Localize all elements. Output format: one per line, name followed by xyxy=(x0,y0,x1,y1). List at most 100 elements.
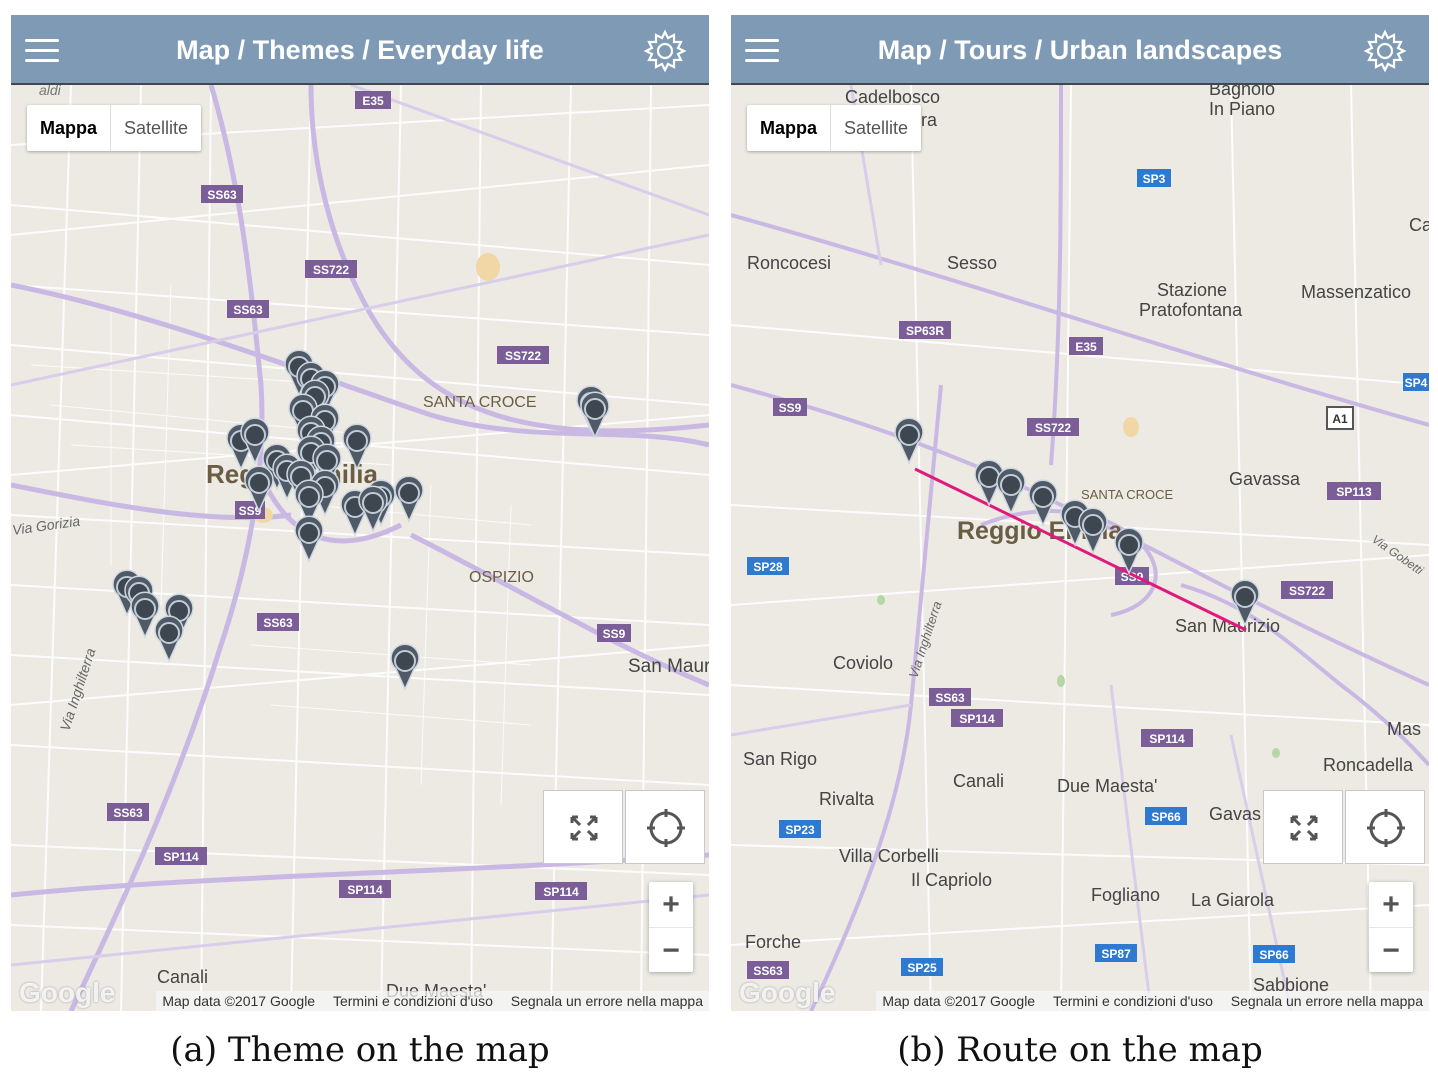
report-error-link[interactable]: Segnala un errore nella mappa xyxy=(1231,993,1423,1009)
road-badge: SS722 xyxy=(497,346,549,364)
road-badge: SP66 xyxy=(1145,807,1187,825)
road-badge: SP66 xyxy=(1253,945,1295,963)
svg-text:SP113: SP113 xyxy=(1336,485,1372,499)
map-attribution: Map data ©2017 Google Termini e condizio… xyxy=(876,991,1429,1011)
town-label: Stazione xyxy=(1157,280,1227,300)
map-data-text: Map data ©2017 Google xyxy=(162,993,316,1009)
svg-text:SS722: SS722 xyxy=(505,349,541,363)
svg-text:E35: E35 xyxy=(362,94,384,108)
town-label: Roncocesi xyxy=(747,253,831,273)
my-location-icon xyxy=(1367,809,1405,847)
town-label: Canali xyxy=(953,771,1004,791)
fullscreen-icon xyxy=(1290,815,1318,841)
my-location-button[interactable] xyxy=(625,790,705,864)
road-badge: SS63 xyxy=(227,300,269,318)
svg-text:SP114: SP114 xyxy=(163,850,199,864)
svg-text:SP63R: SP63R xyxy=(906,324,944,338)
map-view[interactable]: Cadelbosco ora Bagnolo In Piano Roncoces… xyxy=(731,85,1429,1011)
app-header: Map / Themes / Everyday life xyxy=(11,15,709,85)
svg-text:A1: A1 xyxy=(1332,412,1348,426)
town-label: San Maurizio xyxy=(1175,616,1280,636)
page-title: Map / Themes / Everyday life xyxy=(176,35,544,65)
svg-text:SP114: SP114 xyxy=(959,712,995,726)
town-label: Pratofontana xyxy=(1139,300,1243,320)
road-badge: SP28 xyxy=(747,557,789,575)
town-label: Due Maesta' xyxy=(1057,776,1158,796)
svg-text:SS9: SS9 xyxy=(603,627,626,641)
terms-link[interactable]: Termini e condizioni d'uso xyxy=(1053,993,1213,1009)
road-badge: SP25 xyxy=(901,958,943,976)
zoom-in-button[interactable]: + xyxy=(1369,882,1413,928)
fullscreen-button[interactable] xyxy=(543,790,623,864)
svg-text:SS63: SS63 xyxy=(233,303,263,317)
town-label: San Rigo xyxy=(743,749,817,769)
town-label: San Maur xyxy=(628,656,709,677)
google-logo: Google xyxy=(739,977,836,1008)
zoom-out-button[interactable]: − xyxy=(649,928,693,973)
svg-text:SP4: SP4 xyxy=(1405,376,1428,390)
town-label: Gavas xyxy=(1209,804,1261,824)
svg-text:SS722: SS722 xyxy=(1035,421,1071,435)
map-type-mappa-button[interactable]: Mappa xyxy=(747,105,832,151)
road-badge: SP114 xyxy=(535,882,587,900)
district-label: SANTA CROCE xyxy=(1081,487,1174,502)
road-badge: SP114 xyxy=(951,709,1003,727)
svg-text:SS722: SS722 xyxy=(313,263,349,277)
zoom-out-button[interactable]: − xyxy=(1369,928,1413,973)
figure-caption-a: (a) Theme on the map xyxy=(170,1030,550,1070)
svg-text:SP114: SP114 xyxy=(543,885,579,899)
town-label: La Giarola xyxy=(1191,890,1275,910)
town-label: Forche xyxy=(745,932,801,952)
road-badge: SP113 xyxy=(1327,482,1381,500)
road-badge: SS63 xyxy=(201,185,243,203)
district-label: SANTA CROCE xyxy=(423,394,537,411)
map-type-control: Mappa Satellite xyxy=(27,105,202,151)
map-canvas[interactable]: aldi Reggio Emilia SANTA CROCE OSPIZIO S… xyxy=(11,85,709,1011)
town-label: Massenzatico xyxy=(1301,282,1411,302)
map-type-satellite-button[interactable]: Satellite xyxy=(831,105,921,151)
svg-text:SS63: SS63 xyxy=(113,806,143,820)
gear-icon[interactable] xyxy=(643,29,687,73)
map-view[interactable]: aldi Reggio Emilia SANTA CROCE OSPIZIO S… xyxy=(11,85,709,1011)
figure-caption-b: (b) Route on the map xyxy=(897,1030,1263,1070)
town-label: Sesso xyxy=(947,253,997,273)
report-error-link[interactable]: Segnala un errore nella mappa xyxy=(511,993,703,1009)
svg-text:SP23: SP23 xyxy=(785,823,815,837)
map-type-mappa-button[interactable]: Mappa xyxy=(27,105,112,151)
zoom-in-button[interactable]: + xyxy=(649,882,693,928)
map-type-satellite-button[interactable]: Satellite xyxy=(111,105,201,151)
town-label: Rivalta xyxy=(819,789,875,809)
town-label: Gavassa xyxy=(1229,469,1301,489)
terms-link[interactable]: Termini e condizioni d'uso xyxy=(333,993,493,1009)
town-label: Canali xyxy=(157,967,208,987)
road-badge: A1 xyxy=(1326,406,1354,430)
svg-text:SP3: SP3 xyxy=(1143,172,1166,186)
svg-text:SS9: SS9 xyxy=(779,401,802,415)
page-title: Map / Tours / Urban landscapes xyxy=(877,35,1283,65)
town-label: In Piano xyxy=(1209,99,1275,119)
map-canvas[interactable]: Cadelbosco ora Bagnolo In Piano Roncoces… xyxy=(731,85,1429,1011)
svg-text:E35: E35 xyxy=(1075,340,1097,354)
my-location-button[interactable] xyxy=(1345,790,1425,864)
road-badge: SS63 xyxy=(107,803,149,821)
town-label: Bagnolo xyxy=(1209,85,1275,99)
road-badge: E35 xyxy=(355,91,391,109)
map-type-control: Mappa Satellite xyxy=(747,105,922,151)
road-badge: E35 xyxy=(1069,337,1103,355)
fullscreen-button[interactable] xyxy=(1263,790,1343,864)
road-badge: SS722 xyxy=(1027,418,1079,436)
town-label: Mas xyxy=(1387,719,1421,739)
road-badge: SS9 xyxy=(597,624,631,642)
road-badge: SP4 xyxy=(1403,373,1429,391)
gear-icon[interactable] xyxy=(1363,29,1407,73)
road-badge: SP114 xyxy=(155,847,207,865)
road-badge: SP63R xyxy=(899,321,951,339)
map-data-text: Map data ©2017 Google xyxy=(882,993,1036,1009)
my-location-icon xyxy=(647,809,685,847)
svg-text:SP87: SP87 xyxy=(1101,947,1131,961)
road-badge: SP114 xyxy=(339,880,391,898)
street-label: aldi xyxy=(39,85,62,98)
svg-text:SP66: SP66 xyxy=(1151,810,1181,824)
svg-text:SS63: SS63 xyxy=(207,188,237,202)
svg-text:SS63: SS63 xyxy=(935,691,965,705)
